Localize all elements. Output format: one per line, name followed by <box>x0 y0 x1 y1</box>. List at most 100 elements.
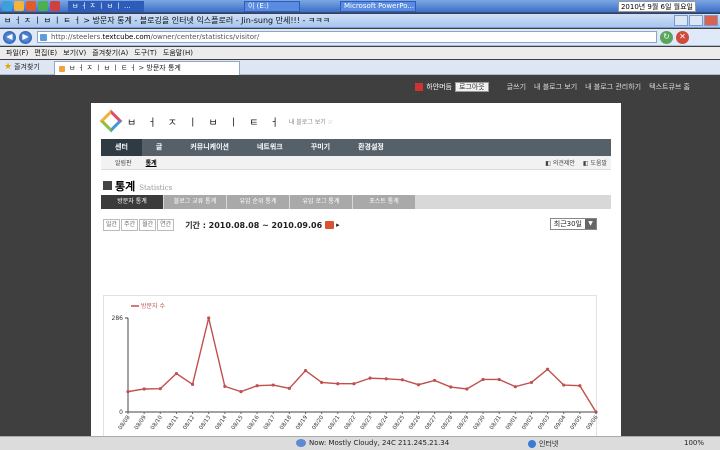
data-point <box>562 383 566 387</box>
feedback-link[interactable]: ◧ 의견제안 <box>545 160 575 167</box>
refresh-button[interactable]: ↻ <box>660 30 673 44</box>
nav-communication[interactable]: 커뮤니케이션 <box>176 139 243 156</box>
ie-icon[interactable] <box>2 1 12 11</box>
main-nav: 센터 글 커뮤니케이션 네트워크 꾸미기 환경설정 <box>101 139 611 156</box>
period-monthly-button[interactable]: 월간 <box>139 219 157 231</box>
star-icon[interactable]: ★ <box>4 62 12 72</box>
write-post-link[interactable]: 글쓰기 <box>507 82 526 92</box>
back-button[interactable]: ◀ <box>3 30 16 44</box>
tab-post-stats[interactable]: 포스트 통계 <box>353 195 415 209</box>
cloud-icon <box>296 439 306 447</box>
series-line-visitors <box>127 317 597 413</box>
maximize-button[interactable] <box>689 15 703 26</box>
address-toolbar: ◀ ▶ http://steelers.textcube.com/owner/c… <box>0 29 720 46</box>
admin-panel: ㅂ ㅓ ㅈ ㅣ ㅂ ㅣ ㅌ ㅓ 내 블로그 보기 ☞ 센터 글 커뮤니케이션 네… <box>91 103 621 450</box>
chrome-icon[interactable] <box>38 1 48 11</box>
weather-status[interactable]: Now: Mostly Cloudy, 24C <box>296 439 396 447</box>
nav-network[interactable]: 네트워크 <box>243 139 297 156</box>
period-weekly-button[interactable]: 주간 <box>121 219 139 231</box>
favorites-button[interactable]: 즐겨찾기 <box>14 62 40 72</box>
view-my-blog-link[interactable]: 내 블로그 보기 ☞ <box>289 117 333 126</box>
view-blog-link[interactable]: 내 블로그 보기 <box>534 82 577 92</box>
page-viewport: 하얀머듬 로그아웃 글쓰기 내 블로그 보기 내 블로그 관리하기 텍스트큐브 … <box>0 76 720 450</box>
data-point <box>368 376 372 380</box>
menu-edit[interactable]: 편집(E) <box>34 48 57 58</box>
clock[interactable]: 2010년 9월 6일 월요일 <box>617 1 696 12</box>
period-daily-button[interactable]: 일간 <box>103 219 121 231</box>
tab-visitor-stats[interactable]: 방문자 통계 <box>101 195 163 209</box>
nav-center[interactable]: 센터 <box>101 139 142 156</box>
data-point <box>513 385 517 389</box>
favorites-bar: ★ 즐겨찾기 ㅂ ㅓ ㅈ ㅣ ㅂ ㅣ ㅌ ㅓ > 방문자 통계 <box>0 60 720 75</box>
data-point <box>190 382 195 386</box>
data-point <box>400 378 404 382</box>
window-title: ㅂ ㅓ ㅈ ㅣ ㅂ ㅣ ㅌ ㅓ > 방문자 통계 - 블로깅을 인터넷 익스플로… <box>4 16 331 25</box>
x-tick-label: 08/21 <box>327 415 341 431</box>
x-tick-label: 08/14 <box>214 414 228 431</box>
data-point <box>497 377 501 382</box>
status-bar: Now: Mostly Cloudy, 24C 211.245.21.34 인터… <box>0 436 720 450</box>
taskbar-item-drive[interactable]: 이 (E:) <box>244 0 300 12</box>
menu-tools[interactable]: 도구(T) <box>134 48 157 58</box>
visitor-chart: 0 286 방문자 수 08/08 08/09 08/10 08/11 08/12 08/13 0… <box>103 295 598 450</box>
globe-icon <box>528 440 536 448</box>
data-point <box>384 377 388 381</box>
menu-favorites[interactable]: 즐겨찾기(A) <box>92 48 128 58</box>
chart-svg: 0286방문자 수08/08 08/09 08/10 08/11 08/12 08/13 0… <box>112 302 598 431</box>
x-tick-label: 08/12 <box>182 415 196 431</box>
calendar-icon[interactable] <box>325 221 335 229</box>
data-point <box>271 383 275 387</box>
manage-blog-link[interactable]: 내 블로그 관리하기 <box>585 82 641 92</box>
taskbar: ㅂ ㅓ ㅈ ㅣ ㅂ ㅣ ... 이 (E:) Microsoft PowerPo… <box>0 0 720 13</box>
blog-logo[interactable]: ㅂ ㅓ ㅈ ㅣ ㅂ ㅣ ㅌ ㅓ 내 블로그 보기 ☞ <box>99 109 333 133</box>
subnav-statistics[interactable]: 통계 <box>146 158 157 167</box>
taskbar-item-blog[interactable]: ㅂ ㅓ ㅈ ㅣ ㅂ ㅣ ... <box>68 0 144 12</box>
folder-icon[interactable] <box>14 1 24 11</box>
minimize-button[interactable] <box>674 15 688 26</box>
sub-nav: 알림판 통계 ◧ 의견제안 ◧ 도움말 <box>101 156 611 170</box>
subnav-dashboard[interactable]: 알림판 <box>115 158 132 167</box>
close-button[interactable] <box>704 15 718 26</box>
menu-file[interactable]: 파일(F) <box>6 48 28 58</box>
x-tick-label: 08/08 <box>118 414 132 431</box>
period-yearly-button[interactable]: 연간 <box>157 219 175 231</box>
data-point <box>352 382 356 386</box>
x-tick-label: 08/11 <box>166 415 180 431</box>
data-point <box>287 386 291 390</box>
x-tick-label: 08/16 <box>247 414 261 431</box>
data-point <box>545 367 550 371</box>
data-point <box>158 387 162 391</box>
security-zone[interactable]: 인터넷 <box>528 439 558 449</box>
tab-exchange-stats[interactable]: 블로그 교류 통계 <box>164 195 226 209</box>
logout-button[interactable]: 로그아웃 <box>454 82 489 92</box>
data-point <box>449 385 453 389</box>
menu-view[interactable]: 보기(V) <box>63 48 86 58</box>
app-icon[interactable] <box>50 1 60 11</box>
data-point <box>416 383 421 387</box>
x-tick-label: 08/18 <box>279 414 293 431</box>
data-point <box>465 387 469 391</box>
tab-inflow-log-stats[interactable]: 유입 로그 통계 <box>290 195 352 209</box>
x-tick-label: 08/22 <box>344 415 358 431</box>
textcube-home-link[interactable]: 텍스트큐브 홈 <box>649 82 690 92</box>
address-input[interactable]: http://steelers.textcube.com/owner/cente… <box>37 31 657 43</box>
firefox-icon[interactable] <box>26 1 36 11</box>
x-tick-label: 08/24 <box>376 414 390 431</box>
nav-settings[interactable]: 환경설정 <box>344 139 398 156</box>
tab-inflow-rank-stats[interactable]: 유입 순위 통계 <box>227 195 289 209</box>
x-tick-label: 09/06 <box>586 414 598 431</box>
browser-tab[interactable]: ㅂ ㅓ ㅈ ㅣ ㅂ ㅣ ㅌ ㅓ > 방문자 통계 <box>54 61 240 75</box>
data-point <box>239 390 243 394</box>
nav-posts[interactable]: 글 <box>142 139 176 156</box>
forward-button[interactable]: ▶ <box>19 30 32 44</box>
menu-help[interactable]: 도움말(H) <box>163 48 193 58</box>
y-tick-label: 286 <box>112 315 124 322</box>
dropdown-arrow-icon[interactable]: ▸ <box>336 221 340 229</box>
nav-decorate[interactable]: 꾸미기 <box>297 139 344 156</box>
zoom-level[interactable]: 100% <box>684 439 704 447</box>
weather-text: Now: Mostly Cloudy, 24C <box>309 439 396 447</box>
stop-button[interactable]: ✕ <box>676 30 689 44</box>
help-link[interactable]: ◧ 도움말 <box>583 160 607 167</box>
taskbar-item-powerpoint[interactable]: Microsoft PowerPo... <box>340 0 416 12</box>
period-select[interactable]: 최근30일 <box>549 218 597 230</box>
